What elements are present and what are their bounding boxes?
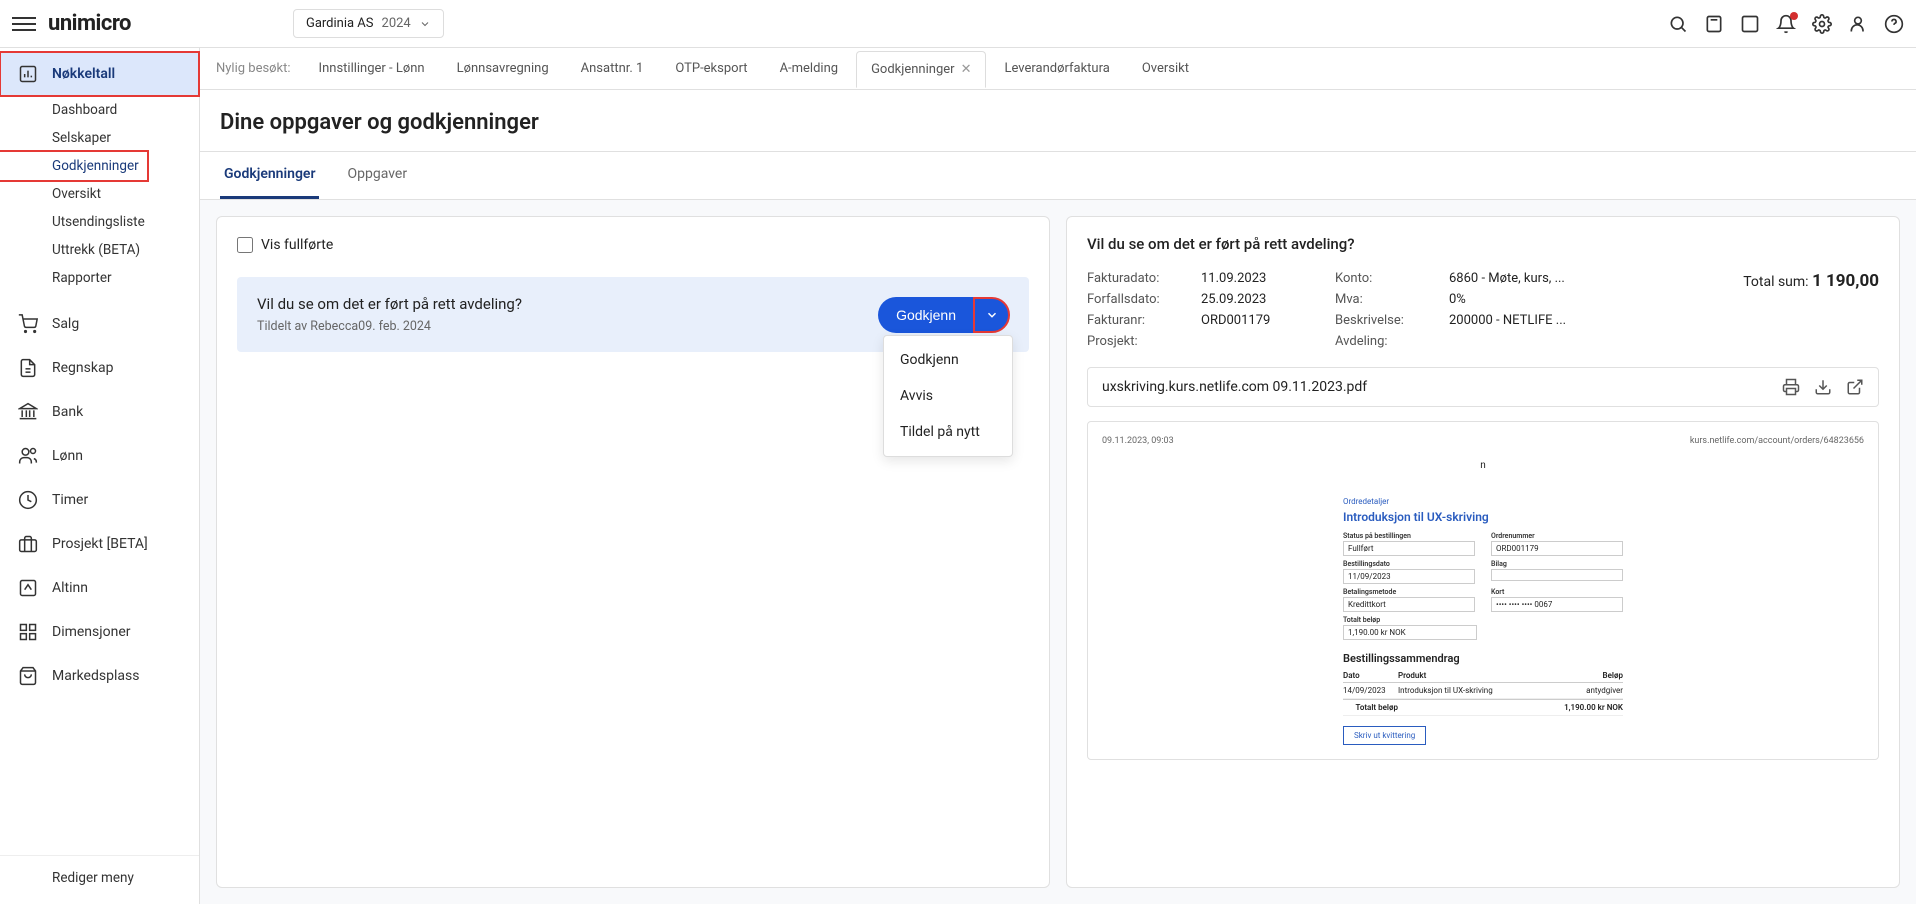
settings-icon[interactable] (1812, 14, 1832, 34)
sidebar-item-prosjekt[interactable]: Prosjekt [BETA] (0, 522, 199, 566)
add-icon[interactable] (1740, 14, 1760, 34)
tab-lonnsavregning[interactable]: Lønnsavregning (443, 51, 563, 86)
download-icon[interactable] (1814, 378, 1832, 396)
lbl-forfallsdato: Forfallsdato: (1087, 292, 1177, 307)
user-icon[interactable] (1848, 14, 1868, 34)
close-icon[interactable]: ✕ (961, 62, 972, 77)
sidebar-edit-menu[interactable]: Rediger meny (0, 855, 199, 900)
menu-avvis[interactable]: Avvis (884, 378, 1012, 414)
menu-godkjenn[interactable]: Godkjenn (884, 342, 1012, 378)
file-name: uxskriving.kurs.netlife.com 09.11.2023.p… (1102, 379, 1367, 395)
lbl-konto: Konto: (1335, 271, 1425, 286)
val-fakturanr: ORD001179 (1201, 313, 1311, 328)
company-name: Gardinia AS (306, 16, 374, 31)
lbl-prosjekt: Prosjekt: (1087, 334, 1177, 349)
cart-icon (18, 314, 38, 334)
sidebar-item-timer[interactable]: Timer (0, 478, 199, 522)
sidebar-item-lonn[interactable]: Lønn (0, 434, 199, 478)
approve-dropdown-menu: Godkjenn Avvis Tildel på nytt (883, 335, 1013, 457)
inner-tab-oppgaver[interactable]: Oppgaver (343, 152, 411, 199)
hamburger-menu[interactable] (12, 12, 36, 36)
sidebar-item-nokkeltall[interactable]: Nøkkeltall (0, 52, 199, 96)
tab-oversikt[interactable]: Oversikt (1128, 51, 1203, 86)
sidebar-sub-godkjenninger[interactable]: Godkjenninger (0, 152, 199, 180)
sidebar-sub-utsendingsliste[interactable]: Utsendingsliste (0, 208, 199, 236)
inner-tab-godkjenninger[interactable]: Godkjenninger (220, 152, 319, 199)
chart-icon (18, 64, 38, 84)
briefcase-icon (18, 534, 38, 554)
recent-label: Nylig besøkt: (216, 61, 291, 76)
clock-icon (18, 490, 38, 510)
notifications-icon[interactable] (1776, 14, 1796, 34)
company-year: 2024 (382, 16, 411, 31)
val-forfallsdato: 25.09.2023 (1201, 292, 1311, 307)
altinn-icon (18, 578, 38, 598)
total-sum: Total sum: 1 190,00 (1743, 271, 1879, 291)
open-external-icon[interactable] (1846, 378, 1864, 396)
calculator-icon[interactable] (1704, 14, 1724, 34)
document-icon (18, 358, 38, 378)
sidebar-item-dimensjoner[interactable]: Dimensjoner (0, 610, 199, 654)
sidebar-label: Nøkkeltall (52, 66, 115, 82)
print-icon[interactable] (1782, 378, 1800, 396)
task-title: Vil du se om det er ført på rett avdelin… (257, 295, 522, 313)
sidebar-sub-selskaper[interactable]: Selskaper (0, 124, 199, 152)
lbl-fakturadato: Fakturadato: (1087, 271, 1177, 286)
approve-dropdown-button[interactable] (974, 298, 1009, 332)
tab-ansatt[interactable]: Ansattnr. 1 (567, 51, 658, 86)
people-icon (18, 446, 38, 466)
lbl-beskrivelse: Beskrivelse: (1335, 313, 1425, 328)
tab-leverandor[interactable]: Leverandørfaktura (990, 51, 1123, 86)
sidebar-sub-oversikt[interactable]: Oversikt (0, 180, 199, 208)
val-konto: 6860 - Møte, kurs, ... (1449, 271, 1566, 286)
sidebar-sub-dashboard[interactable]: Dashboard (0, 96, 199, 124)
bag-icon (18, 666, 38, 686)
menu-tildel[interactable]: Tildel på nytt (884, 414, 1012, 450)
sidebar-sub-uttrekk[interactable]: Uttrekk (BETA) (0, 236, 199, 264)
logo: unimicro (48, 11, 131, 36)
tab-godkjenninger[interactable]: Godkjenninger✕ (856, 51, 986, 88)
val-beskrivelse: 200000 - NETLIFE ... (1449, 313, 1566, 328)
pdf-preview: 09.11.2023, 09:03kurs.netlife.com/accoun… (1087, 421, 1879, 760)
task-card[interactable]: Vil du se om det er ført på rett avdelin… (237, 277, 1029, 352)
task-meta: Tildelt av Rebecca09. feb. 2024 (257, 319, 522, 334)
bank-icon (18, 402, 38, 422)
lbl-mva: Mva: (1335, 292, 1425, 307)
help-icon[interactable] (1884, 14, 1904, 34)
sidebar-sub-rapporter[interactable]: Rapporter (0, 264, 199, 292)
tab-amelding[interactable]: A-melding (766, 51, 853, 86)
grid-icon (18, 622, 38, 642)
lbl-fakturanr: Fakturanr: (1087, 313, 1177, 328)
company-selector[interactable]: Gardinia AS 2024 (293, 9, 444, 38)
val-fakturadato: 11.09.2023 (1201, 271, 1311, 286)
show-completed-checkbox[interactable] (237, 237, 253, 253)
sidebar-item-regnskap[interactable]: Regnskap (0, 346, 199, 390)
sidebar-item-bank[interactable]: Bank (0, 390, 199, 434)
page-title: Dine oppgaver og godkjenninger (200, 90, 1916, 152)
search-icon[interactable] (1668, 14, 1688, 34)
lbl-avdeling: Avdeling: (1335, 334, 1425, 349)
sidebar-item-salg[interactable]: Salg (0, 302, 199, 346)
sidebar-item-markedsplass[interactable]: Markedsplass (0, 654, 199, 698)
sidebar-item-altinn[interactable]: Altinn (0, 566, 199, 610)
tab-innstillinger[interactable]: Innstillinger - Lønn (305, 51, 439, 86)
show-completed-label[interactable]: Vis fullførte (261, 237, 333, 253)
detail-title: Vil du se om det er ført på rett avdelin… (1087, 235, 1879, 253)
approve-button[interactable]: Godkjenn (878, 297, 974, 333)
val-mva: 0% (1449, 292, 1566, 307)
tab-otp[interactable]: OTP-eksport (661, 51, 761, 86)
